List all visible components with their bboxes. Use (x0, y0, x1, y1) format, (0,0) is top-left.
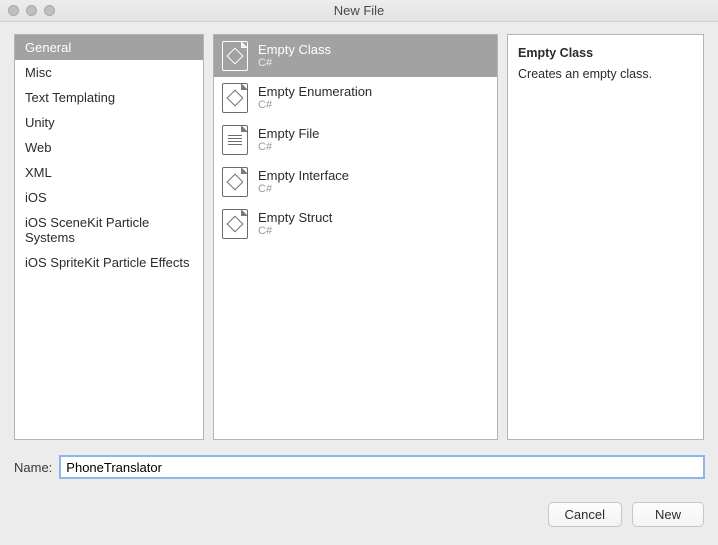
name-label: Name: (14, 460, 52, 475)
details-title: Empty Class (518, 44, 693, 62)
class-icon (222, 167, 248, 197)
category-item[interactable]: Misc (15, 60, 203, 85)
new-button[interactable]: New (632, 502, 704, 527)
template-item[interactable]: Empty InterfaceC# (214, 161, 497, 203)
template-language: C# (258, 99, 372, 112)
template-language: C# (258, 225, 332, 238)
window-title: New File (0, 3, 718, 18)
category-item[interactable]: iOS (15, 185, 203, 210)
file-icon (222, 125, 248, 155)
category-item[interactable]: Web (15, 135, 203, 160)
category-item[interactable]: iOS SpriteKit Particle Effects (15, 250, 203, 275)
category-item[interactable]: General (15, 35, 203, 60)
template-language: C# (258, 57, 331, 70)
category-item[interactable]: XML (15, 160, 203, 185)
close-window-icon[interactable] (8, 5, 19, 16)
template-item[interactable]: Empty ClassC# (214, 35, 497, 77)
template-language: C# (258, 183, 349, 196)
template-name: Empty Enumeration (258, 84, 372, 99)
template-item[interactable]: Empty StructC# (214, 203, 497, 245)
dialog-body: GeneralMiscText TemplatingUnityWebXMLiOS… (0, 22, 718, 545)
details-description: Creates an empty class. (518, 65, 693, 83)
titlebar: New File (0, 0, 718, 22)
category-item[interactable]: Unity (15, 110, 203, 135)
class-icon (222, 83, 248, 113)
template-name: Empty Class (258, 42, 331, 57)
details-pane: Empty Class Creates an empty class. (507, 34, 704, 440)
cancel-button[interactable]: Cancel (548, 502, 622, 527)
window-controls (8, 5, 55, 16)
template-name: Empty Interface (258, 168, 349, 183)
template-item[interactable]: Empty EnumerationC# (214, 77, 497, 119)
template-item[interactable]: Empty FileC# (214, 119, 497, 161)
category-item[interactable]: Text Templating (15, 85, 203, 110)
class-icon (222, 209, 248, 239)
category-pane: GeneralMiscText TemplatingUnityWebXMLiOS… (14, 34, 204, 440)
name-input[interactable] (60, 456, 704, 478)
category-item[interactable]: iOS SceneKit Particle Systems (15, 210, 203, 250)
templates-pane: Empty ClassC#Empty EnumerationC#Empty Fi… (213, 34, 498, 440)
class-icon (222, 41, 248, 71)
template-name: Empty Struct (258, 210, 332, 225)
minimize-window-icon[interactable] (26, 5, 37, 16)
zoom-window-icon[interactable] (44, 5, 55, 16)
template-name: Empty File (258, 126, 319, 141)
template-language: C# (258, 141, 319, 154)
